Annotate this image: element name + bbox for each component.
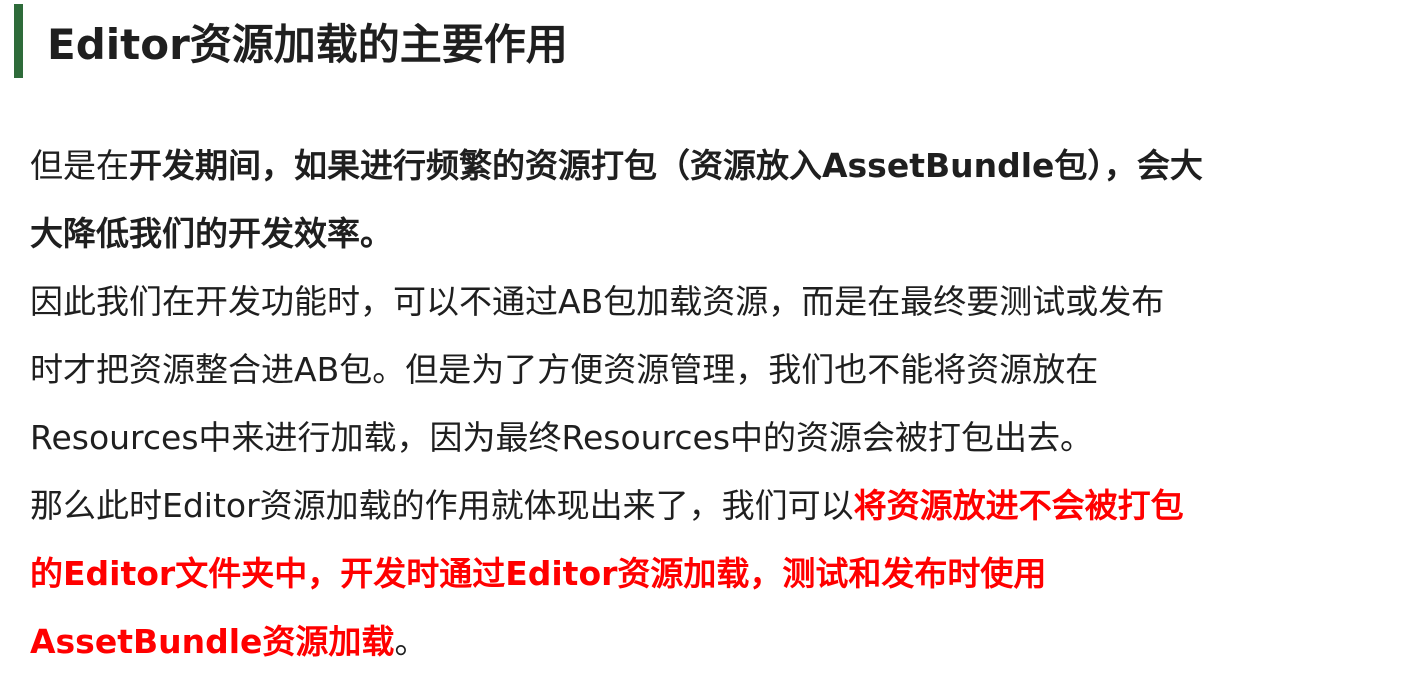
paragraph-3-highlight-1: 将资源放进不会被打包 (853, 486, 1184, 525)
text-line-3: 因此我们在开发功能时，可以不通过AB包加载资源，而是在最终要测试或发布 (30, 282, 1165, 321)
text-line-2: 大降低我们的开发效率。 (30, 214, 393, 253)
body-text: 但是在开发期间，如果进行频繁的资源打包（资源放入AssetBundle包），会大… (30, 132, 1395, 676)
text-line-7: 的Editor文件夹中，开发时通过Editor资源加载，测试和发布时使用 (30, 554, 1047, 593)
paragraph-3-highlight-2: AssetBundle资源加载 (30, 622, 395, 661)
heading-accent-bar (14, 4, 23, 78)
paragraph-1-intro: 但是在 (30, 146, 129, 185)
paragraph-1-bold: 开发期间，如果进行频繁的资源打包（资源放入AssetBundle包），会大 (129, 146, 1203, 185)
page-title: Editor资源加载的主要作用 (47, 19, 568, 69)
section-heading: Editor资源加载的主要作用 (14, 4, 568, 78)
text-line-6: 那么此时Editor资源加载的作用就体现出来了，我们可以将资源放进不会被打包 (30, 472, 1395, 540)
paragraph-3-end: 。 (394, 622, 428, 661)
text-line-8: AssetBundle资源加载。 (30, 608, 1395, 676)
text-line-5: Resources中来进行加载，因为最终Resources中的资源会被打包出去。 (30, 418, 1094, 457)
text-line-4: 时才把资源整合进AB包。但是为了方便资源管理，我们也不能将资源放在 (30, 350, 1099, 389)
text-line-1: 但是在开发期间，如果进行频繁的资源打包（资源放入AssetBundle包），会大 (30, 132, 1395, 200)
paragraph-3-intro: 那么此时Editor资源加载的作用就体现出来了，我们可以 (30, 486, 854, 525)
